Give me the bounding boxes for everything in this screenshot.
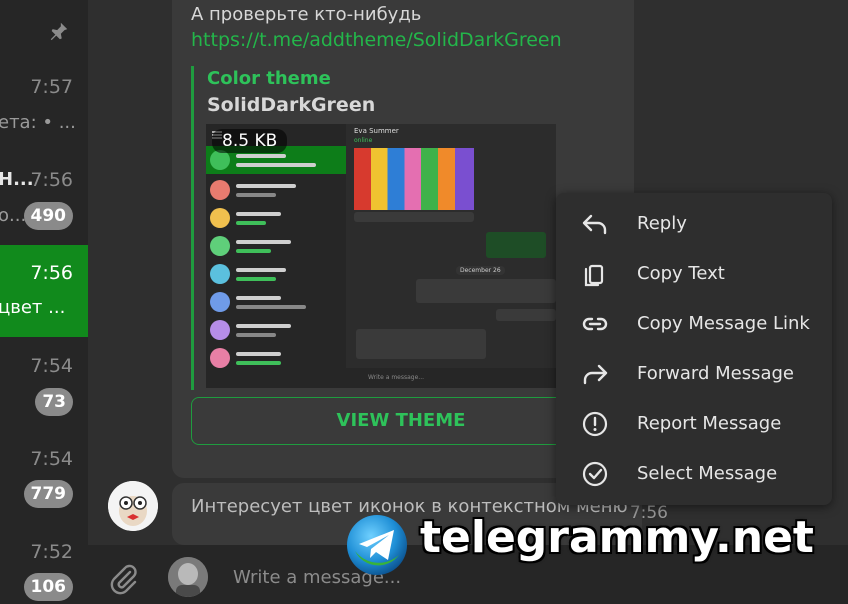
chat-list-item[interactable]: 7:57 ета: • ...: [0, 62, 88, 155]
message-link[interactable]: https://t.me/addtheme/SolidDarkGreen: [191, 29, 562, 51]
sender-avatar[interactable]: [108, 481, 158, 531]
preview-site-name: Color theme: [207, 68, 331, 89]
mini-contact-name: Eva Summer: [354, 127, 399, 135]
menu-label: Report Message: [637, 413, 782, 434]
menu-label: Copy Text: [637, 263, 725, 284]
copy-icon: [584, 264, 604, 287]
chat-list-item[interactable]: 7:54 73: [0, 337, 88, 429]
chat-time: 7:57: [30, 76, 73, 98]
reply-icon: [582, 214, 607, 235]
mini-chat-panel: Eva Summer online December 26 Write a me…: [346, 124, 556, 388]
unread-badge: 779: [23, 480, 73, 508]
chat-preview: о...: [0, 205, 27, 226]
webpage-preview[interactable]: Color theme SolidDarkGreen Eva Summer on…: [191, 66, 611, 390]
chat-list-item[interactable]: 7:52 106: [0, 522, 88, 604]
chat-list: 7:57 ета: • ... Н... 7:56 о... 490 7:56 …: [0, 0, 88, 604]
select-icon: [582, 461, 608, 487]
link-icon: [582, 317, 608, 331]
chat-list-item[interactable]: Н... 7:56 о... 490: [0, 155, 88, 245]
menu-item-select[interactable]: Select Message: [556, 449, 832, 499]
chat-list-item[interactable]: 7:54 779: [0, 429, 88, 522]
report-icon: [582, 411, 608, 437]
chat-time: 7:52: [30, 541, 73, 563]
menu-label: Copy Message Link: [637, 313, 810, 334]
theme-preview-image[interactable]: Eva Summer online December 26 Write a me…: [206, 124, 556, 388]
telegram-logo-icon: [347, 515, 407, 575]
chat-sender: Н...: [0, 169, 34, 190]
chat-time: 7:54: [30, 448, 73, 470]
watermark-text: telegrammy.net: [420, 512, 814, 563]
mini-photo: [354, 148, 474, 210]
paperclip-icon[interactable]: [108, 563, 140, 595]
chat-list-item[interactable]: [0, 0, 88, 62]
menu-item-forward[interactable]: Forward Message: [556, 349, 832, 399]
preview-title: SolidDarkGreen: [207, 94, 376, 116]
composer-avatar[interactable]: [168, 557, 208, 597]
mini-date: December 26: [456, 266, 505, 275]
user-avatar-icon: [168, 557, 208, 597]
menu-label: Reply: [637, 213, 687, 234]
menu-item-copy-link[interactable]: Copy Message Link: [556, 299, 832, 349]
menu-item-reply[interactable]: Reply: [556, 199, 832, 249]
mini-input-placeholder: Write a message...: [368, 374, 425, 381]
menu-label: Forward Message: [637, 363, 794, 384]
unread-badge: 106: [23, 573, 73, 601]
view-theme-button[interactable]: VIEW THEME: [191, 397, 611, 445]
context-menu: Reply Copy Text Copy Message Link Forwar…: [556, 193, 832, 505]
forward-icon: [583, 364, 608, 385]
chat-preview: ета: • ...: [0, 112, 76, 133]
chat-time: 7:54: [30, 355, 73, 377]
unread-badge: 73: [35, 388, 73, 416]
message-text: А проверьте кто-нибудь: [191, 4, 422, 25]
owl-avatar-icon: [108, 481, 158, 531]
chat-preview: цвет ...: [0, 297, 66, 318]
chat-list-item-active[interactable]: 7:56 цвет ...: [0, 245, 88, 337]
menu-label: Select Message: [637, 463, 778, 484]
pin-icon: [50, 22, 68, 41]
chat-time: 7:56: [30, 169, 73, 191]
file-size-chip: 8.5 KB: [212, 129, 288, 153]
mini-contact-status: online: [354, 137, 373, 144]
menu-item-report[interactable]: Report Message: [556, 399, 832, 449]
menu-item-copy-text[interactable]: Copy Text: [556, 249, 832, 299]
chat-time: 7:56: [30, 262, 73, 284]
unread-badge: 490: [23, 202, 73, 230]
mini-chat-list: [206, 124, 346, 388]
